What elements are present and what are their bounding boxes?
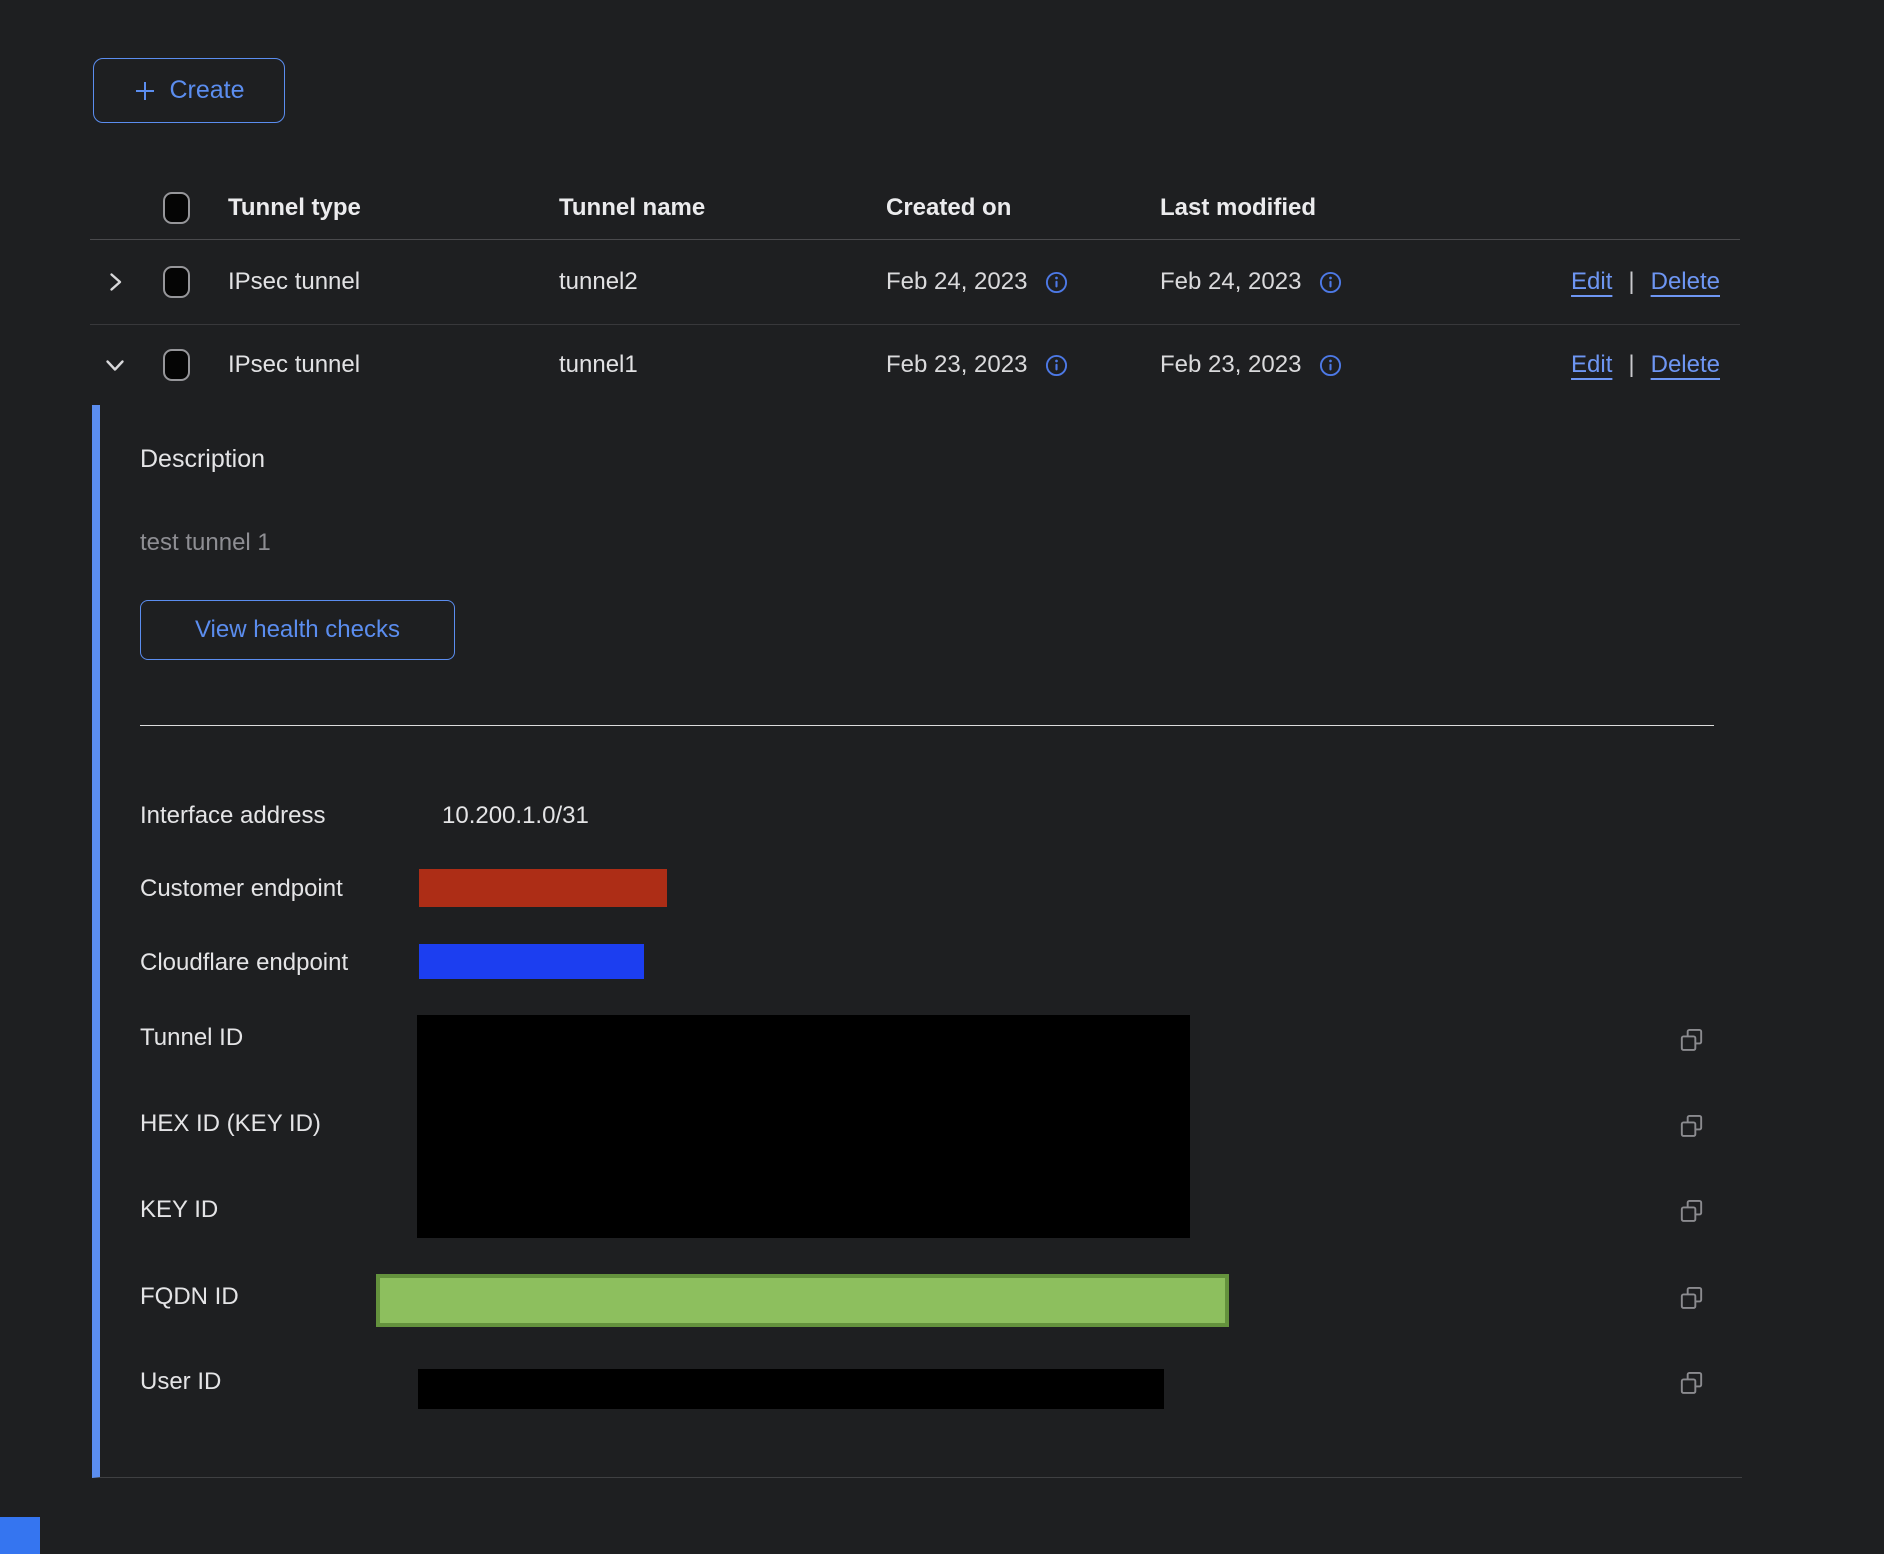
table-row-tunnel2: IPsec tunnel tunnel2 Feb 24, 2023 Feb 24… <box>90 240 1740 325</box>
info-icon[interactable] <box>1045 271 1068 294</box>
view-health-checks-button[interactable]: View health checks <box>140 600 455 660</box>
edit-link[interactable]: Edit <box>1571 268 1612 296</box>
last-modified-value: Feb 24, 2023 <box>1160 268 1301 296</box>
interface-address-value: 10.200.1.0/31 <box>442 801 589 831</box>
customer-endpoint-label: Customer endpoint <box>140 874 343 904</box>
copy-icon <box>1678 1113 1705 1140</box>
collapse-row-button[interactable] <box>103 353 127 377</box>
plus-icon <box>133 79 157 103</box>
interface-address-label: Interface address <box>140 801 325 831</box>
row-checkbox[interactable] <box>163 266 190 298</box>
copy-user-id-button[interactable] <box>1678 1370 1705 1397</box>
select-all-checkbox[interactable] <box>163 192 190 224</box>
copy-icon <box>1678 1027 1705 1054</box>
create-button-label: Create <box>169 76 244 105</box>
info-icon[interactable] <box>1319 271 1342 294</box>
copy-icon <box>1678 1198 1705 1225</box>
key-id-label: KEY ID <box>140 1195 218 1225</box>
user-id-label: User ID <box>140 1367 221 1397</box>
fqdn-id-label: FQDN ID <box>140 1282 239 1312</box>
tunnel-id-redacted-value <box>417 1015 1190 1238</box>
expand-row-button[interactable] <box>103 270 127 294</box>
copy-icon <box>1678 1285 1705 1312</box>
copy-tunnel-id-button[interactable] <box>1678 1027 1705 1054</box>
created-on-value: Feb 23, 2023 <box>886 351 1027 379</box>
copy-hex-id-button[interactable] <box>1678 1113 1705 1140</box>
table-header: Tunnel type Tunnel name Created on Last … <box>90 154 1740 240</box>
action-separator: | <box>1628 268 1634 296</box>
row-checkbox[interactable] <box>163 349 190 381</box>
hex-id-label: HEX ID (KEY ID) <box>140 1109 321 1139</box>
cloudflare-endpoint-label: Cloudflare endpoint <box>140 948 348 978</box>
create-button[interactable]: Create <box>93 58 285 123</box>
info-icon[interactable] <box>1045 354 1068 377</box>
tunnel-id-label: Tunnel ID <box>140 1023 243 1053</box>
column-header-last-modified: Last modified <box>1148 194 1420 222</box>
description-label: Description <box>140 444 265 474</box>
cloudflare-endpoint-redacted-value <box>419 944 644 979</box>
tunnels-page: Create Tunnel type Tunnel name Created o… <box>0 0 1884 1554</box>
delete-link[interactable]: Delete <box>1651 351 1720 379</box>
user-id-redacted-value <box>418 1369 1164 1409</box>
tunnel-details-panel: Description test tunnel 1 View health ch… <box>92 405 1742 1478</box>
edit-link[interactable]: Edit <box>1571 351 1612 379</box>
chevron-down-icon <box>103 353 127 377</box>
tunnels-table: Tunnel type Tunnel name Created on Last … <box>90 154 1740 1478</box>
tunnel-type-cell: IPsec tunnel <box>212 268 545 296</box>
tunnel-name-cell: tunnel1 <box>545 351 875 379</box>
tunnel-name-cell: tunnel2 <box>545 268 875 296</box>
corner-artifact <box>0 1517 40 1554</box>
info-icon[interactable] <box>1319 354 1342 377</box>
copy-key-id-button[interactable] <box>1678 1198 1705 1225</box>
column-header-tunnel-name: Tunnel name <box>545 194 875 222</box>
last-modified-value: Feb 23, 2023 <box>1160 351 1301 379</box>
column-header-created-on: Created on <box>875 194 1148 222</box>
table-row-tunnel1: IPsec tunnel tunnel1 Feb 23, 2023 Feb 23… <box>90 325 1740 405</box>
copy-fqdn-id-button[interactable] <box>1678 1285 1705 1312</box>
divider <box>140 725 1714 726</box>
chevron-right-icon <box>103 270 127 294</box>
tunnel-type-cell: IPsec tunnel <box>212 351 545 379</box>
description-value: test tunnel 1 <box>140 528 271 558</box>
action-separator: | <box>1628 351 1634 379</box>
created-on-value: Feb 24, 2023 <box>886 268 1027 296</box>
customer-endpoint-redacted-value <box>419 869 667 907</box>
copy-icon <box>1678 1370 1705 1397</box>
delete-link[interactable]: Delete <box>1651 268 1720 296</box>
fqdn-id-redacted-value <box>376 1274 1229 1327</box>
column-header-tunnel-type: Tunnel type <box>212 194 545 222</box>
